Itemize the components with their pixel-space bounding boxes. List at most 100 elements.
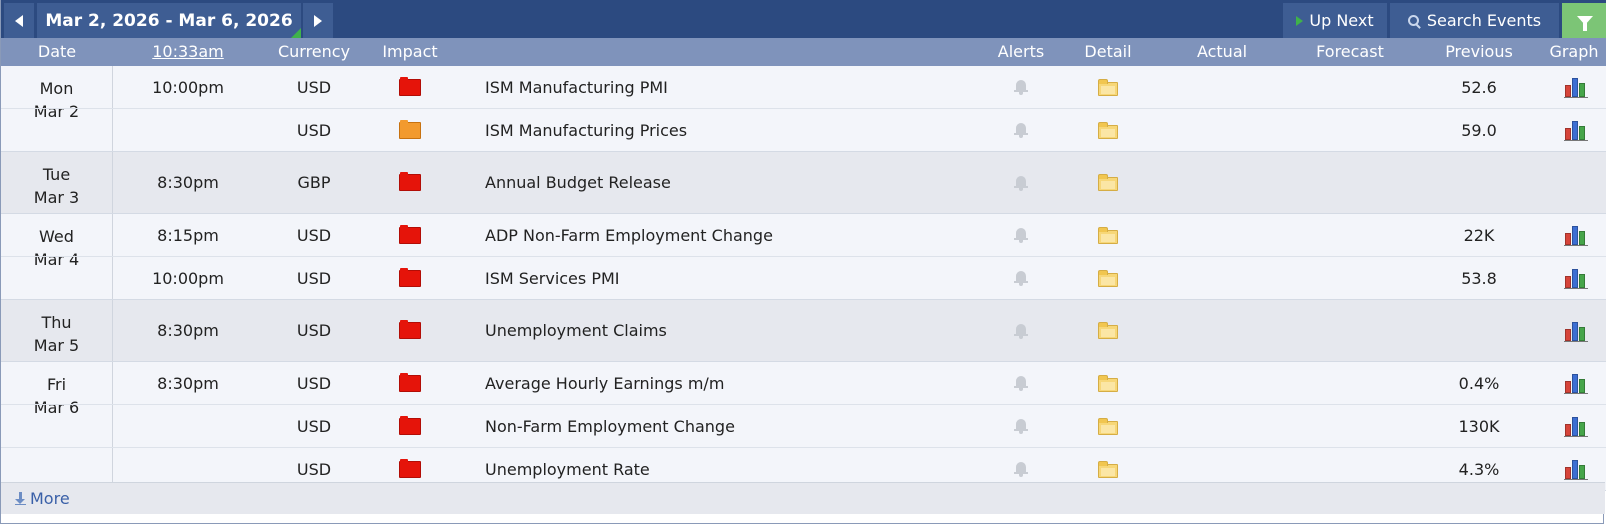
column-forecast: Forecast xyxy=(1316,42,1384,61)
detail-button[interactable] xyxy=(1068,66,1148,108)
event-name[interactable]: ISM Manufacturing PMI xyxy=(485,66,965,108)
event-name[interactable]: Non-Farm Employment Change xyxy=(485,405,965,447)
table-header: Date 10:33am Currency Impact Alerts Deta… xyxy=(1,38,1606,66)
more-button[interactable]: More xyxy=(15,483,70,514)
event-name[interactable]: ADP Non-Farm Employment Change xyxy=(485,214,965,256)
bar-chart-icon xyxy=(1564,225,1588,246)
detail-button[interactable] xyxy=(1068,362,1148,404)
event-previous: 53.8 xyxy=(1461,268,1497,288)
folder-icon xyxy=(1098,460,1118,478)
previous-week-button[interactable] xyxy=(4,3,34,38)
day-group: Mon Mar 2 10:00pm USD ISM Manufacturing PMI 5… xyxy=(1,66,1606,152)
impact-folder-icon xyxy=(399,458,421,478)
table-row[interactable]: USD ISM Manufacturing Prices 59.0 xyxy=(1,108,1606,151)
event-name[interactable]: ISM Services PMI xyxy=(485,257,965,299)
detail-button[interactable] xyxy=(1068,214,1148,256)
filter-icon xyxy=(1576,16,1593,31)
date-range-label: Mar 2, 2026 - Mar 6, 2026 xyxy=(45,10,293,31)
table-row[interactable]: 10:00pm USD ISM Services PMI 53.8 xyxy=(1,256,1606,299)
day-group: Wed Mar 4 8:15pm USD ADP Non-Farm Employment… xyxy=(1,214,1606,300)
event-name[interactable]: Average Hourly Earnings m/m xyxy=(485,362,965,404)
table-row[interactable]: 8:30pm USD Average Hourly Earnings m/m 0.4% xyxy=(1,362,1606,404)
event-previous: 59.0 xyxy=(1461,120,1497,140)
calendar-toolbar: Mar 2, 2026 - Mar 6, 2026 Up Next Search… xyxy=(1,0,1606,38)
filter-button[interactable] xyxy=(1562,3,1606,38)
bar-chart-icon xyxy=(1564,321,1588,342)
event-currency: USD xyxy=(296,77,332,97)
alert-button[interactable] xyxy=(981,109,1061,151)
graph-button[interactable] xyxy=(1546,109,1606,151)
more-label: More xyxy=(30,489,70,508)
impact-folder-icon xyxy=(399,372,421,392)
detail-button[interactable] xyxy=(1068,152,1148,213)
detail-button[interactable] xyxy=(1068,109,1148,151)
column-time[interactable]: 10:33am xyxy=(113,38,263,66)
alert-button[interactable] xyxy=(981,66,1061,108)
bar-chart-icon xyxy=(1564,120,1588,141)
folder-icon xyxy=(1098,322,1118,339)
detail-button[interactable] xyxy=(1068,300,1148,361)
table-row[interactable]: 10:00pm USD ISM Manufacturing PMI 52.6 xyxy=(1,66,1606,108)
event-name[interactable]: ISM Manufacturing Prices xyxy=(485,109,965,151)
bar-chart-icon xyxy=(1564,77,1588,98)
column-previous: Previous xyxy=(1445,42,1513,61)
event-time: 8:30pm xyxy=(157,373,219,393)
bell-icon xyxy=(1014,227,1028,243)
up-next-label: Up Next xyxy=(1309,11,1374,30)
table-row[interactable]: 8:30pm USD Unemployment Claims xyxy=(1,300,1606,361)
column-graph: Graph xyxy=(1549,42,1599,61)
graph-button[interactable] xyxy=(1546,300,1606,361)
column-date: Date xyxy=(37,42,77,61)
graph-button[interactable] xyxy=(1546,405,1606,447)
chevron-left-icon xyxy=(15,14,23,27)
impact-indicator xyxy=(375,257,445,299)
alert-button[interactable] xyxy=(981,257,1061,299)
bell-icon xyxy=(1014,270,1028,286)
event-name[interactable]: Annual Budget Release xyxy=(485,152,965,213)
graph-button[interactable] xyxy=(1546,257,1606,299)
alert-button[interactable] xyxy=(981,362,1061,404)
event-currency: USD xyxy=(296,373,332,393)
column-impact: Impact xyxy=(382,42,438,61)
detail-button[interactable] xyxy=(1068,257,1148,299)
up-next-button[interactable]: Up Next xyxy=(1283,3,1387,38)
alert-button[interactable] xyxy=(981,214,1061,256)
event-name[interactable]: Unemployment Claims xyxy=(485,300,965,361)
alert-button[interactable] xyxy=(981,300,1061,361)
event-time: 10:00pm xyxy=(152,77,224,97)
table-row[interactable]: 8:30pm GBP Annual Budget Release xyxy=(1,152,1606,213)
graph-button[interactable] xyxy=(1546,214,1606,256)
economic-calendar: Mar 2, 2026 - Mar 6, 2026 Up Next Search… xyxy=(0,0,1606,524)
graph-button[interactable] xyxy=(1546,362,1606,404)
event-time: 8:30pm xyxy=(157,173,219,192)
event-time: 8:15pm xyxy=(157,225,219,245)
table-row[interactable]: USD Non-Farm Employment Change 130K xyxy=(1,404,1606,447)
event-currency: USD xyxy=(296,321,332,340)
folder-icon xyxy=(1098,121,1118,139)
impact-indicator xyxy=(375,66,445,108)
bell-icon xyxy=(1014,461,1028,477)
impact-folder-icon xyxy=(399,415,421,435)
impact-indicator xyxy=(375,152,445,213)
table-row[interactable]: 8:15pm USD ADP Non-Farm Employment Change 2… xyxy=(1,214,1606,256)
graph-button[interactable] xyxy=(1546,66,1606,108)
column-actual: Actual xyxy=(1196,42,1248,61)
more-bar: More xyxy=(1,482,1605,514)
search-events-button[interactable]: Search Events xyxy=(1390,3,1559,38)
search-icon xyxy=(1407,14,1421,29)
bell-icon xyxy=(1014,175,1028,191)
search-events-label: Search Events xyxy=(1426,11,1542,30)
detail-button[interactable] xyxy=(1068,405,1148,447)
column-detail: Detail xyxy=(1084,42,1132,61)
impact-indicator xyxy=(375,405,445,447)
folder-icon xyxy=(1098,269,1118,287)
event-time: 10:00pm xyxy=(152,268,224,288)
next-week-button[interactable] xyxy=(303,3,333,38)
bell-icon xyxy=(1014,79,1028,95)
alert-button[interactable] xyxy=(981,405,1061,447)
bell-icon xyxy=(1014,375,1028,391)
play-icon xyxy=(1296,15,1304,26)
date-range-selector[interactable]: Mar 2, 2026 - Mar 6, 2026 xyxy=(37,3,301,38)
event-previous: 130K xyxy=(1458,416,1500,436)
alert-button[interactable] xyxy=(981,152,1061,213)
